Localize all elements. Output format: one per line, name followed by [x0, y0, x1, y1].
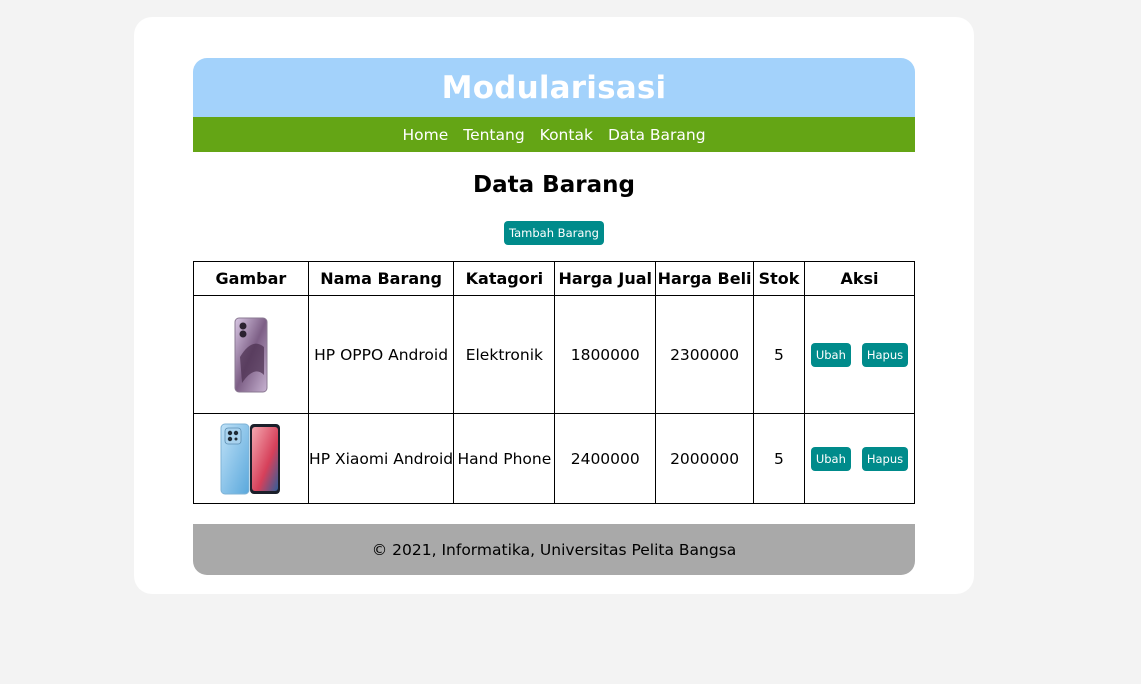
site-header: Modularisasi: [193, 58, 915, 117]
cell-kategori: Elektronik: [453, 295, 556, 414]
cell-stok: 5: [753, 295, 805, 414]
table-header-row: Gambar Nama Barang Katagori Harga Jual H…: [193, 261, 916, 296]
edit-button[interactable]: Ubah: [810, 446, 851, 471]
col-header-nama: Nama Barang: [307, 261, 455, 296]
col-header-kategori: Katagori: [453, 261, 556, 296]
cell-aksi: Ubah Hapus: [803, 413, 916, 504]
site-title: Modularisasi: [441, 69, 667, 106]
cell-harga-beli: 2000000: [655, 413, 755, 504]
cell-stok: 5: [753, 413, 805, 504]
data-table: Gambar Nama Barang Katagori Harga Jual H…: [193, 261, 916, 504]
nav-kontak-link[interactable]: Kontak: [540, 126, 593, 144]
site-footer: © 2021, Informatika, Universitas Pelita …: [193, 524, 915, 575]
cell-gambar: [193, 295, 309, 414]
col-header-stok: Stok: [753, 261, 805, 296]
delete-button[interactable]: Hapus: [861, 446, 909, 471]
cell-harga-jual: 1800000: [554, 295, 657, 414]
oppo-phone-image: [234, 317, 268, 392]
main-nav: Home Tentang Kontak Data Barang: [193, 117, 915, 152]
footer-text: © 2021, Informatika, Universitas Pelita …: [371, 540, 737, 559]
add-item-button[interactable]: Tambah Barang: [504, 221, 604, 245]
cell-aksi: Ubah Hapus: [803, 295, 916, 414]
col-header-aksi: Aksi: [803, 261, 916, 296]
col-header-harga-beli: Harga Beli: [655, 261, 755, 296]
xiaomi-phone-image: [220, 423, 280, 494]
col-header-gambar: Gambar: [193, 261, 309, 296]
main-wrapper: Modularisasi Home Tentang Kontak Data Ba…: [193, 58, 916, 575]
page-title: Data Barang: [473, 172, 635, 198]
cell-gambar: [193, 413, 309, 504]
page-container: Modularisasi Home Tentang Kontak Data Ba…: [134, 17, 974, 594]
edit-button[interactable]: Ubah: [810, 342, 851, 367]
cell-kategori: Hand Phone: [453, 413, 556, 504]
nav-tentang-link[interactable]: Tentang: [463, 126, 524, 144]
col-header-harga-jual: Harga Jual: [554, 261, 657, 296]
nav-data-barang-link[interactable]: Data Barang: [608, 126, 706, 144]
cell-harga-beli: 2300000: [655, 295, 755, 414]
cell-nama: HP OPPO Android: [307, 295, 455, 414]
nav-home-link[interactable]: Home: [402, 126, 448, 144]
cell-nama: HP Xiaomi Android: [307, 413, 455, 504]
cell-harga-jual: 2400000: [554, 413, 657, 504]
add-button-wrap: Tambah Barang: [193, 221, 915, 245]
table-row: HP Xiaomi Android Hand Phone 2400000 200…: [193, 413, 916, 504]
delete-button[interactable]: Hapus: [861, 342, 909, 367]
table-row: HP OPPO Android Elektronik 1800000 23000…: [193, 295, 916, 414]
